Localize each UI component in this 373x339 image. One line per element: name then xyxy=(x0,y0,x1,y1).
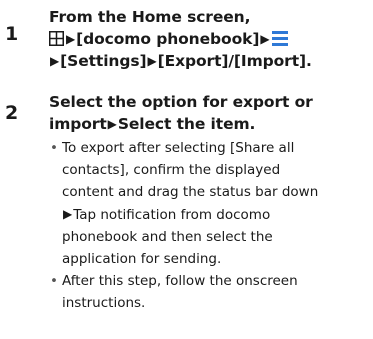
arrow-icon: ▶ xyxy=(63,207,73,221)
bullet-line: contacts], confirm the displayed xyxy=(62,162,281,178)
step-text: [Export]/[Import]. xyxy=(157,52,312,70)
bullet-item: • After this step, follow the onscreen i… xyxy=(49,270,367,314)
step-line: ▶[docomo phonebook]▶ xyxy=(49,28,369,50)
step-text: Select the item. xyxy=(117,115,256,133)
bullet-line: instructions. xyxy=(62,295,146,311)
step-number: 1 xyxy=(5,23,19,45)
arrow-icon: ▶ xyxy=(147,54,157,68)
bullet-text-span: Tap notification from docomo xyxy=(73,207,271,223)
bullet-line: phonebook and then select the xyxy=(62,229,273,245)
bullet-line: To export after selecting [Share all xyxy=(62,140,295,156)
bullet-line: After this step, follow the onscreen xyxy=(62,273,298,289)
arrow-icon: ▶ xyxy=(260,32,270,46)
menu-lines-icon xyxy=(272,31,289,46)
step-title: Select the option for export or import▶S… xyxy=(49,91,369,135)
bullet-item: • To export after selecting [Share all c… xyxy=(49,137,367,270)
step-title: From the Home screen, ▶[docomo phonebook… xyxy=(49,6,369,72)
bullet-line: content and drag the status bar down xyxy=(62,184,319,200)
apps-grid-icon xyxy=(49,31,64,46)
step-line: import▶Select the item. xyxy=(49,113,369,135)
arrow-icon: ▶ xyxy=(66,32,76,46)
bullet-line: application for sending. xyxy=(62,251,222,267)
step-line: From the Home screen, xyxy=(49,8,251,26)
step-line: ▶[Settings]▶[Export]/[Import]. xyxy=(49,50,369,72)
arrow-icon: ▶ xyxy=(50,54,60,68)
step-text: [Settings] xyxy=(60,52,147,70)
step-number: 2 xyxy=(5,102,19,124)
step-text: [docomo phonebook] xyxy=(76,30,260,48)
step-line: Select the option for export or xyxy=(49,93,313,111)
step-text: import xyxy=(49,115,107,133)
bullet-line: ▶Tap notification from docomo xyxy=(62,203,367,226)
bullet-dot: • xyxy=(50,140,58,156)
arrow-icon: ▶ xyxy=(107,117,117,131)
bullet-list: • To export after selecting [Share all c… xyxy=(49,137,367,314)
bullet-dot: • xyxy=(50,273,58,289)
